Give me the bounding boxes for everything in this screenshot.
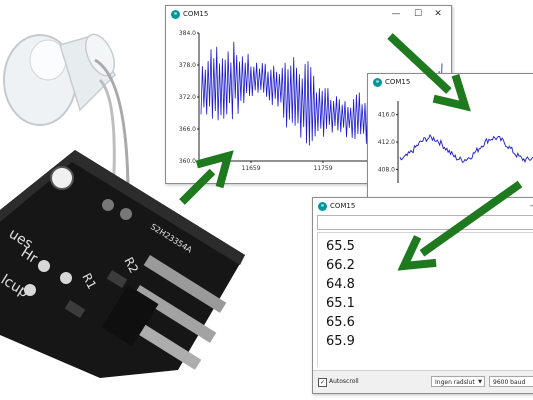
serial-line: 64.8 [326,277,355,292]
minimize-button[interactable]: — [389,8,403,21]
serial-send-input[interactable] [317,215,533,230]
autoscroll-label: Autoscroll [329,378,359,385]
y-tick-label: 372.0 [179,94,196,101]
serial-line: 65.9 [326,334,355,349]
serial-line: 65.6 [326,315,355,330]
serial-monitor-window[interactable]: ∞ COM15 – 65.5 66.2 64.8 65.1 65.6 65.9 ✓ Aut… [312,197,533,394]
chevron-down-icon: ▼ [478,379,482,385]
y-tick-label: 378.0 [179,62,196,69]
window-title: COM15 [385,78,411,86]
minimize-button[interactable]: – [525,200,533,213]
baud-value: 9600 baud [493,379,526,386]
autoscroll-checkbox[interactable]: ✓ [318,378,327,387]
y-tick-label: 412.0 [378,139,395,146]
y-tick-label: 360.0 [179,158,196,165]
line-ending-select[interactable]: Ingen radslut ▼ [431,376,485,387]
serial-line: 66.2 [326,258,355,273]
serial-line: 65.5 [326,239,355,254]
title-bar[interactable]: ∞ COM15 [368,74,533,91]
y-tick-label: 384.0 [179,30,196,37]
serial-status-bar: ✓ Autoscroll Ingen radslut ▼ 9600 baud [313,370,533,393]
maximize-button[interactable]: ☐ [411,8,425,21]
plotter-window-secondary[interactable]: ∞ COM15 416.0 412.0 408.0 [367,73,533,200]
title-bar[interactable]: ∞ COM15 — ☐ ✕ [166,6,451,23]
serial-line: 65.1 [326,296,355,311]
serial-output[interactable]: 65.5 66.2 64.8 65.1 65.6 65.9 [317,232,533,367]
plot-area-secondary: 416.0 412.0 408.0 [378,101,533,183]
y-tick-label: 416.0 [378,112,395,119]
line-ending-value: Ingen radslut [435,379,475,386]
arduino-logo-icon: ∞ [373,78,382,87]
y-tick-label: 408.0 [378,166,395,173]
x-tick-label: 11759 [313,165,332,172]
signal-line [399,133,533,164]
baud-select[interactable]: 9600 baud [489,376,533,387]
led-lens [3,33,116,126]
arduino-logo-icon: ∞ [171,10,180,19]
window-title: COM15 [330,202,356,210]
arduino-logo-icon: ∞ [318,202,327,211]
window-title: COM15 [183,10,209,18]
x-tick-label: 11659 [241,165,260,172]
pcb-board: ues Hr lcup R1 R2 S2H23354A [0,150,245,378]
serial-output-lines: 65.5 66.2 64.8 65.1 65.6 65.9 [326,237,355,351]
title-bar[interactable]: ∞ COM15 – [313,198,533,215]
close-button[interactable]: ✕ [431,8,445,21]
y-tick-label: 366.0 [179,126,196,133]
